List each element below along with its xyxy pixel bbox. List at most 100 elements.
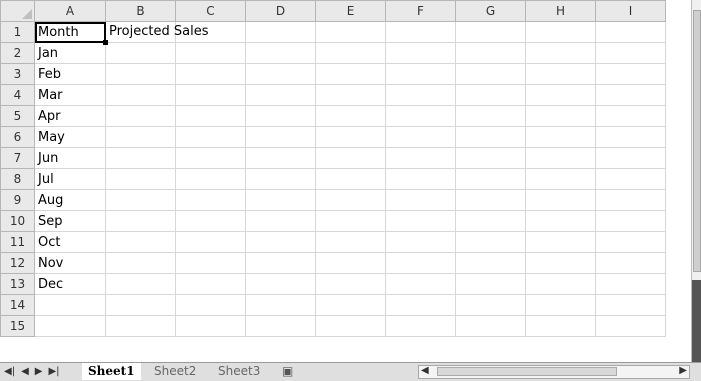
- cell[interactable]: [455, 210, 526, 232]
- cell[interactable]: [315, 105, 386, 127]
- tab-sheet2[interactable]: Sheet2: [148, 363, 202, 380]
- tab-sheet3[interactable]: Sheet3: [212, 363, 266, 380]
- cell[interactable]: [175, 252, 246, 274]
- cell-b[interactable]: [105, 126, 176, 148]
- cell[interactable]: [245, 21, 316, 43]
- row-header[interactable]: 15: [0, 315, 35, 337]
- cell-b[interactable]: Projected Sales: [105, 21, 208, 43]
- cell-a[interactable]: Month: [34, 21, 109, 46]
- cell-b[interactable]: [105, 63, 176, 85]
- cell[interactable]: [595, 168, 666, 190]
- cell[interactable]: [245, 210, 316, 232]
- cell[interactable]: [385, 21, 456, 43]
- insert-sheet-icon[interactable]: ▣: [276, 363, 299, 380]
- select-all-button[interactable]: [0, 0, 35, 22]
- cell-a[interactable]: [34, 315, 106, 337]
- cell[interactable]: [595, 42, 666, 64]
- cell[interactable]: [525, 315, 596, 337]
- cell[interactable]: [315, 21, 386, 43]
- cell[interactable]: [175, 273, 246, 295]
- column-header-i[interactable]: I: [595, 0, 666, 22]
- cell-b[interactable]: [105, 231, 176, 253]
- cell[interactable]: [385, 84, 456, 106]
- row-header[interactable]: 5: [0, 105, 35, 127]
- column-header-b[interactable]: B: [105, 0, 176, 22]
- cell[interactable]: [245, 273, 316, 295]
- cell-a[interactable]: Mar: [34, 84, 106, 106]
- cell-a[interactable]: Feb: [34, 63, 106, 85]
- cell[interactable]: [595, 294, 666, 316]
- cell[interactable]: [385, 63, 456, 85]
- cell[interactable]: [175, 231, 246, 253]
- cell[interactable]: [595, 252, 666, 274]
- cell-a[interactable]: Dec: [34, 273, 106, 295]
- cell[interactable]: [455, 84, 526, 106]
- row-header[interactable]: 12: [0, 252, 35, 274]
- cell[interactable]: [595, 315, 666, 337]
- cell-b[interactable]: [105, 294, 176, 316]
- row-header[interactable]: 8: [0, 168, 35, 190]
- scroll-left-icon[interactable]: ◀: [421, 365, 429, 376]
- cell[interactable]: [315, 210, 386, 232]
- cell[interactable]: [525, 273, 596, 295]
- cell[interactable]: [245, 252, 316, 274]
- cell-a[interactable]: Aug: [34, 189, 106, 211]
- row-header[interactable]: 9: [0, 189, 35, 211]
- column-header-f[interactable]: F: [385, 0, 456, 22]
- cell-b[interactable]: [105, 273, 176, 295]
- cell[interactable]: [455, 105, 526, 127]
- column-header-c[interactable]: C: [175, 0, 246, 22]
- cell[interactable]: [245, 126, 316, 148]
- row-header[interactable]: 11: [0, 231, 35, 253]
- cell[interactable]: [455, 315, 526, 337]
- cell[interactable]: [455, 63, 526, 85]
- tab-sheet1[interactable]: Sheet1: [82, 363, 141, 380]
- cell-a[interactable]: Jun: [34, 147, 106, 169]
- cell[interactable]: [455, 42, 526, 64]
- cell[interactable]: [455, 273, 526, 295]
- cell[interactable]: [175, 315, 246, 337]
- cell[interactable]: [385, 231, 456, 253]
- cell[interactable]: [455, 126, 526, 148]
- cell[interactable]: [245, 168, 316, 190]
- column-header-d[interactable]: D: [245, 0, 316, 22]
- row-header[interactable]: 1: [0, 21, 35, 43]
- row-header[interactable]: 14: [0, 294, 35, 316]
- cell-a[interactable]: May: [34, 126, 106, 148]
- row-header[interactable]: 2: [0, 42, 35, 64]
- cell[interactable]: [525, 63, 596, 85]
- cell[interactable]: [175, 42, 246, 64]
- cell[interactable]: [455, 231, 526, 253]
- cell-b[interactable]: [105, 315, 176, 337]
- row-header[interactable]: 13: [0, 273, 35, 295]
- cell[interactable]: [525, 252, 596, 274]
- cell[interactable]: [175, 147, 246, 169]
- first-sheet-icon[interactable]: ◀|: [4, 365, 15, 379]
- column-header-e[interactable]: E: [315, 0, 386, 22]
- prev-sheet-icon[interactable]: ◀: [21, 365, 29, 379]
- cell[interactable]: [245, 147, 316, 169]
- cell[interactable]: [315, 273, 386, 295]
- row-header[interactable]: 10: [0, 210, 35, 232]
- cell[interactable]: [315, 252, 386, 274]
- cell[interactable]: [595, 63, 666, 85]
- cell[interactable]: [595, 84, 666, 106]
- cell[interactable]: [525, 42, 596, 64]
- cell[interactable]: [385, 42, 456, 64]
- cell[interactable]: [245, 315, 316, 337]
- cell[interactable]: [245, 189, 316, 211]
- cell[interactable]: [595, 273, 666, 295]
- column-header-h[interactable]: H: [525, 0, 596, 22]
- cell[interactable]: [175, 210, 246, 232]
- cell[interactable]: [175, 189, 246, 211]
- horizontal-scrollbar[interactable]: ◀ ▶: [418, 365, 690, 379]
- vertical-scroll-track[interactable]: [692, 280, 701, 362]
- cell[interactable]: [455, 21, 526, 43]
- cell[interactable]: [455, 189, 526, 211]
- cell[interactable]: [455, 252, 526, 274]
- cell-b[interactable]: [105, 252, 176, 274]
- cell[interactable]: [385, 105, 456, 127]
- cell[interactable]: [595, 231, 666, 253]
- cell-a[interactable]: Apr: [34, 105, 106, 127]
- cell[interactable]: [315, 126, 386, 148]
